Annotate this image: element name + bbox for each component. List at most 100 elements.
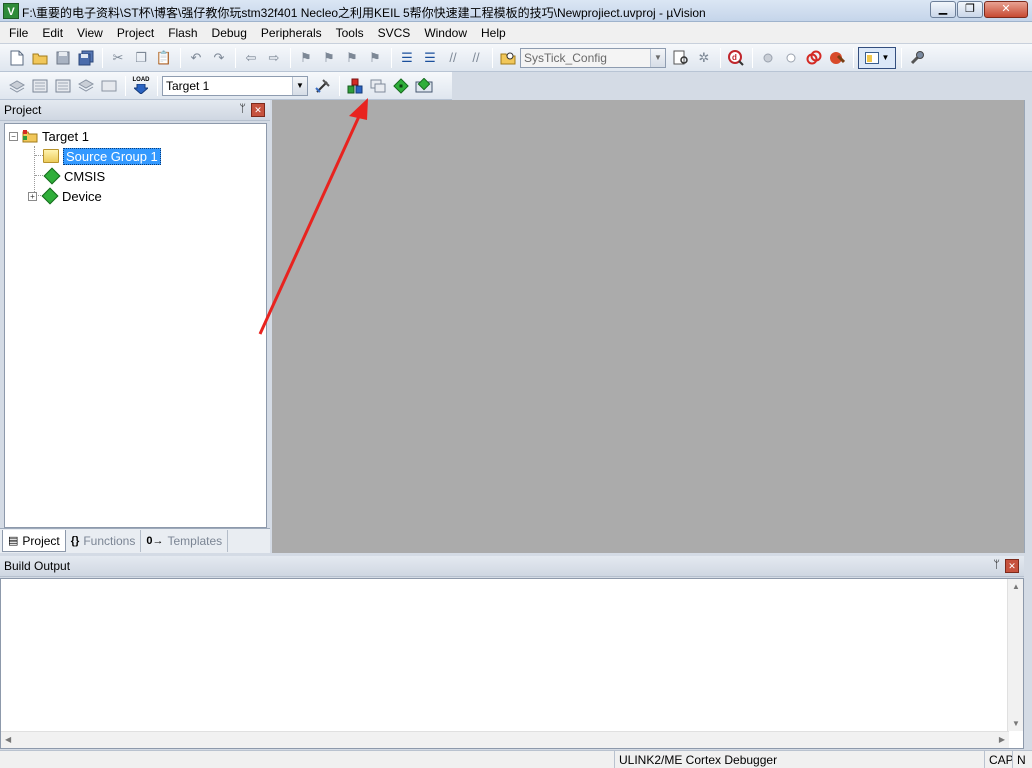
redo-icon[interactable]: ↷ xyxy=(208,47,230,69)
close-button[interactable]: ✕ xyxy=(984,1,1028,18)
window-layout-dropdown[interactable]: ▼ xyxy=(858,46,896,69)
menu-edit[interactable]: Edit xyxy=(35,23,70,43)
menu-bar: File Edit View Project Flash Debug Perip… xyxy=(0,22,1032,44)
tree-item-device[interactable]: + Device xyxy=(28,187,102,205)
tab-templates[interactable]: 0→ Templates xyxy=(141,530,229,552)
build-output-text[interactable]: ▲ ▼ ◀ ▶ xyxy=(0,578,1024,749)
project-panel-title: Project xyxy=(4,103,42,117)
scroll-right-icon[interactable]: ▶ xyxy=(999,735,1005,744)
clear-bookmarks-icon[interactable]: ⚑ xyxy=(364,47,386,69)
disable-all-breakpoints-icon[interactable] xyxy=(803,47,825,69)
save-all-icon[interactable] xyxy=(75,47,97,69)
expand-icon[interactable]: + xyxy=(28,191,37,201)
configuration-wrench-icon[interactable] xyxy=(906,47,928,69)
toolbar-separator xyxy=(853,47,854,68)
project-panel-tabs: ▤ Project {} Functions 0→ Templates xyxy=(0,528,270,553)
functions-tab-icon: {} xyxy=(70,535,80,547)
find-combobox[interactable]: SysTick_Config ▼ xyxy=(520,47,666,68)
component-diamond-icon xyxy=(41,187,59,205)
menu-tools[interactable]: Tools xyxy=(329,23,371,43)
undo-icon[interactable]: ↶ xyxy=(185,47,207,69)
batch-build-icon[interactable] xyxy=(75,75,97,97)
toolbar-separator xyxy=(102,47,103,68)
build-output-header: Build Output ᛘ ✕ xyxy=(0,556,1024,577)
pack-installer-icon[interactable] xyxy=(413,75,435,97)
unindent-icon[interactable]: ☰ xyxy=(419,47,441,69)
tab-label: Project xyxy=(22,533,60,548)
find-in-files-icon[interactable] xyxy=(497,47,519,69)
tab-functions[interactable]: {} Functions xyxy=(66,530,142,552)
toolbar-separator xyxy=(492,47,493,68)
vertical-scrollbar[interactable]: ▲ ▼ xyxy=(1007,579,1023,731)
chevron-down-icon[interactable]: ▼ xyxy=(292,76,307,95)
download-load-icon[interactable]: LOAD xyxy=(130,75,152,97)
cut-icon[interactable]: ✂ xyxy=(107,47,129,69)
menu-view[interactable]: View xyxy=(70,23,110,43)
tab-project[interactable]: ▤ Project xyxy=(2,530,66,552)
next-bookmark-icon[interactable]: ⚑ xyxy=(341,47,363,69)
maximize-button[interactable]: ❐ xyxy=(957,1,983,18)
menu-flash[interactable]: Flash xyxy=(161,23,204,43)
tree-item-target[interactable]: − Target 1 xyxy=(9,127,89,145)
tree-item-source-group[interactable]: Source Group 1 xyxy=(43,147,161,165)
close-icon[interactable]: ✕ xyxy=(1005,559,1019,573)
minimize-button[interactable]: ▁ xyxy=(930,1,956,18)
enable-breakpoint-icon[interactable] xyxy=(780,47,802,69)
close-icon[interactable]: ✕ xyxy=(251,103,265,117)
navigate-back-icon[interactable]: ⇦ xyxy=(240,47,262,69)
menu-peripherals[interactable]: Peripherals xyxy=(254,23,329,43)
tree-label: Device xyxy=(62,188,102,204)
copy-icon[interactable]: ❐ xyxy=(130,47,152,69)
scroll-left-icon[interactable]: ◀ xyxy=(5,735,11,744)
menu-file[interactable]: File xyxy=(2,23,35,43)
navigate-forward-icon[interactable]: ⇨ xyxy=(263,47,285,69)
manage-project-items-icon[interactable] xyxy=(344,75,366,97)
insert-breakpoint-icon[interactable] xyxy=(757,47,779,69)
menu-window[interactable]: Window xyxy=(417,23,474,43)
tree-label: CMSIS xyxy=(64,168,106,184)
start-debug-session-icon[interactable]: d xyxy=(725,47,747,69)
horizontal-scrollbar[interactable]: ◀ ▶ xyxy=(1,731,1009,748)
toolbar-separator xyxy=(720,47,721,68)
tree-item-cmsis[interactable]: CMSIS xyxy=(43,167,105,185)
rebuild-all-icon[interactable] xyxy=(52,75,74,97)
new-file-icon[interactable] xyxy=(6,47,28,69)
insert-bookmark-icon[interactable]: ⚑ xyxy=(295,47,317,69)
select-target-combobox[interactable]: Target 1 ▼ xyxy=(162,75,308,96)
indent-icon[interactable]: ☰ xyxy=(396,47,418,69)
stop-build-icon[interactable] xyxy=(98,75,120,97)
comment-icon[interactable]: // xyxy=(442,47,464,69)
menu-help[interactable]: Help xyxy=(474,23,513,43)
menu-debug[interactable]: Debug xyxy=(205,23,254,43)
collapse-icon[interactable]: − xyxy=(9,131,18,141)
uncomment-icon[interactable]: // xyxy=(465,47,487,69)
tree-connector xyxy=(35,155,43,156)
pin-icon[interactable]: ᛘ xyxy=(993,559,1000,571)
configure-icon[interactable]: ✲ xyxy=(693,47,715,69)
chevron-down-icon[interactable]: ▼ xyxy=(650,48,665,67)
menu-project[interactable]: Project xyxy=(110,23,161,43)
select-packs-icon[interactable] xyxy=(367,75,389,97)
uvision-app-icon[interactable]: V xyxy=(3,3,19,19)
scroll-down-icon[interactable]: ▼ xyxy=(1012,719,1020,728)
target-options-icon[interactable] xyxy=(312,75,334,97)
project-tab-icon: ▤ xyxy=(8,535,19,547)
scroll-up-icon[interactable]: ▲ xyxy=(1012,582,1020,591)
paste-icon[interactable]: 📋 xyxy=(153,47,175,69)
menu-svcs[interactable]: SVCS xyxy=(371,23,418,43)
incremental-find-icon[interactable] xyxy=(670,47,692,69)
open-file-icon[interactable] xyxy=(29,47,51,69)
toolbar-background xyxy=(452,72,1032,100)
toolbar-separator xyxy=(901,47,902,68)
translate-file-icon[interactable] xyxy=(6,75,28,97)
tab-label: Functions xyxy=(83,534,136,548)
toolbar-separator xyxy=(339,75,340,96)
kill-all-breakpoints-icon[interactable] xyxy=(826,47,848,69)
editor-area[interactable] xyxy=(272,100,1024,553)
previous-bookmark-icon[interactable]: ⚑ xyxy=(318,47,340,69)
component-diamond-icon xyxy=(43,167,61,185)
manage-run-time-environment-icon[interactable] xyxy=(390,75,412,97)
save-icon[interactable] xyxy=(52,47,74,69)
pin-icon[interactable]: ᛘ xyxy=(239,103,246,115)
build-target-icon[interactable] xyxy=(29,75,51,97)
